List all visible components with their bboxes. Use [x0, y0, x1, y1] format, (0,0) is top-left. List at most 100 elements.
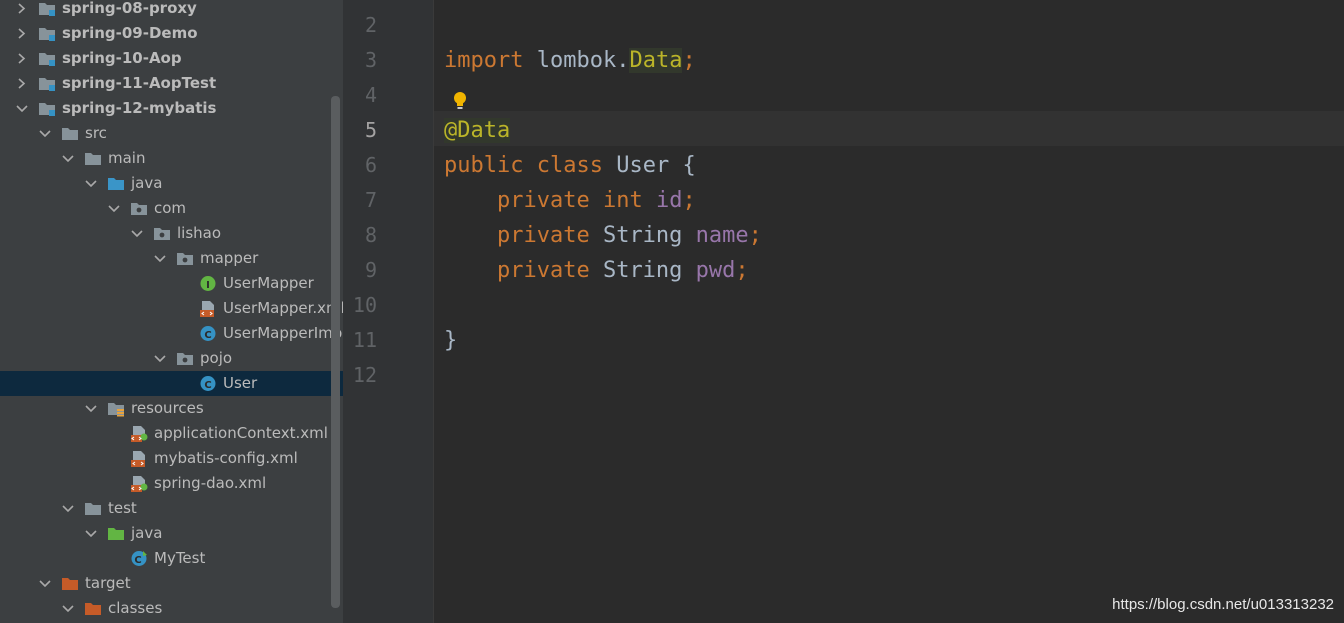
package-icon: [176, 350, 194, 367]
import-data-class: Data: [629, 48, 683, 73]
tree-item-label: spring-08-proxy: [62, 0, 197, 17]
excluded-folder-icon: [61, 575, 79, 592]
chevron-down-icon[interactable]: [62, 596, 74, 621]
tree-item-java[interactable]: java: [0, 171, 343, 196]
tree-item-spring-11-aoptest[interactable]: spring-11-AopTest: [0, 71, 343, 96]
code-editor[interactable]: 2 3 4 5 6 7 8 9 10 11 12 import lombok.Data; @Data…: [343, 0, 1344, 623]
chevron-right-icon[interactable]: [16, 21, 28, 46]
tree-item-spring-08-proxy[interactable]: spring-08-proxy: [0, 0, 343, 21]
code-line-8[interactable]: private String name;: [444, 218, 762, 253]
tree-item-usermapper-xml[interactable]: UserMapper.xml: [0, 296, 343, 321]
project-tree-panel[interactable]: spring-08-proxy spring-09-Demo spring-10-A…: [0, 0, 343, 623]
package-name: lombok.: [523, 48, 630, 73]
spring-xml-icon: [130, 475, 148, 492]
chevron-down-icon[interactable]: [16, 96, 28, 121]
chevron-right-icon[interactable]: [16, 0, 28, 21]
data-annotation: @Data: [444, 118, 511, 143]
svg-text:C: C: [134, 555, 141, 566]
tree-item-label: target: [85, 574, 131, 592]
line-number: 10: [352, 293, 377, 317]
tree-item-target[interactable]: target: [0, 571, 343, 596]
closing-brace: }: [444, 328, 458, 353]
chevron-down-icon[interactable]: [62, 496, 74, 521]
tree-item-spring-09-demo[interactable]: spring-09-Demo: [0, 21, 343, 46]
semicolon: ;: [748, 223, 762, 248]
tree-item-classes[interactable]: classes: [0, 596, 343, 621]
line-number: 9: [364, 258, 377, 282]
tree-item-mapper[interactable]: mapper: [0, 246, 343, 271]
class-name: User {: [602, 153, 696, 178]
code-line-11[interactable]: }: [444, 323, 457, 358]
tree-item-applicationcontext-xml[interactable]: applicationContext.xml: [0, 421, 343, 446]
tree-item-mytest[interactable]: C MyTest: [0, 546, 343, 571]
tree-item-label: applicationContext.xml: [154, 424, 328, 442]
project-tree-scrollbar[interactable]: [331, 96, 340, 608]
chevron-down-icon[interactable]: [154, 346, 166, 371]
tree-item-label: spring-dao.xml: [154, 474, 267, 492]
class-icon: C: [199, 375, 217, 392]
lightbulb-intention-icon[interactable]: [452, 91, 468, 111]
spring-xml-icon: [130, 425, 148, 442]
chevron-down-icon[interactable]: [85, 396, 97, 421]
tree-item-mybatis-config-xml[interactable]: mybatis-config.xml: [0, 446, 343, 471]
code-line-5[interactable]: @Data: [444, 113, 511, 148]
chevron-down-icon[interactable]: [131, 221, 143, 246]
tree-item-pojo[interactable]: pojo: [0, 346, 343, 371]
chevron-down-icon[interactable]: [39, 121, 51, 146]
current-line-highlight: [434, 111, 1344, 146]
tree-item-label: pojo: [200, 349, 233, 367]
module-folder-icon: [38, 75, 56, 92]
type-string: String: [589, 258, 696, 283]
chevron-right-icon[interactable]: [16, 71, 28, 96]
chevron-down-icon[interactable]: [108, 196, 120, 221]
resources-folder-icon: [107, 400, 125, 417]
field-name: name: [695, 223, 749, 248]
tree-item-spring-dao-xml[interactable]: spring-dao.xml: [0, 471, 343, 496]
chevron-down-icon[interactable]: [154, 246, 166, 271]
line-number: 2: [364, 13, 377, 37]
tree-item-com[interactable]: com: [0, 196, 343, 221]
package-icon: [130, 200, 148, 217]
chevron-down-icon[interactable]: [62, 146, 74, 171]
chevron-down-icon[interactable]: [85, 171, 97, 196]
tree-item-label: java: [131, 174, 163, 192]
keyword-private: private: [496, 188, 590, 213]
module-folder-icon: [38, 0, 56, 17]
tree-item-java[interactable]: java: [0, 521, 343, 546]
tree-item-lishao[interactable]: lishao: [0, 221, 343, 246]
folder-icon: [84, 150, 102, 167]
tree-item-usermapperimpl[interactable]: C UserMapperImpl: [0, 321, 343, 346]
tree-item-usermapper[interactable]: I UserMapper: [0, 271, 343, 296]
field-id: id: [655, 188, 683, 213]
svg-text:C: C: [204, 330, 211, 341]
tree-item-label: UserMapper: [223, 274, 314, 292]
tree-item-label: com: [154, 199, 187, 217]
tree-item-label: src: [85, 124, 107, 142]
chevron-right-icon[interactable]: [16, 46, 28, 71]
svg-text:C: C: [204, 380, 211, 391]
tree-item-label: classes: [108, 599, 163, 617]
tree-item-spring-10-aop[interactable]: spring-10-Aop: [0, 46, 343, 71]
tree-item-label: UserMapperImpl: [223, 324, 343, 342]
tree-item-user[interactable]: C User: [0, 371, 343, 396]
code-line-9[interactable]: private String pwd;: [444, 253, 749, 288]
svg-text:I: I: [206, 280, 210, 291]
chevron-down-icon[interactable]: [39, 571, 51, 596]
tree-item-resources[interactable]: resources: [0, 396, 343, 421]
semicolon: ;: [682, 48, 696, 73]
source-folder-icon: [107, 175, 125, 192]
interface-icon: I: [199, 275, 217, 292]
code-line-6[interactable]: public class User {: [444, 148, 696, 183]
code-line-7[interactable]: private int id;: [444, 183, 696, 218]
tree-item-main[interactable]: main: [0, 146, 343, 171]
xml-file-icon: [199, 300, 217, 317]
code-line-3[interactable]: import lombok.Data;: [444, 43, 696, 78]
tree-item-test[interactable]: test: [0, 496, 343, 521]
tree-item-spring-12-mybatis[interactable]: spring-12-mybatis: [0, 96, 343, 121]
type-string: String: [589, 223, 696, 248]
module-folder-icon: [38, 25, 56, 42]
line-number: 7: [364, 188, 377, 212]
tree-item-label: spring-12-mybatis: [62, 99, 217, 117]
tree-item-src[interactable]: src: [0, 121, 343, 146]
chevron-down-icon[interactable]: [85, 521, 97, 546]
